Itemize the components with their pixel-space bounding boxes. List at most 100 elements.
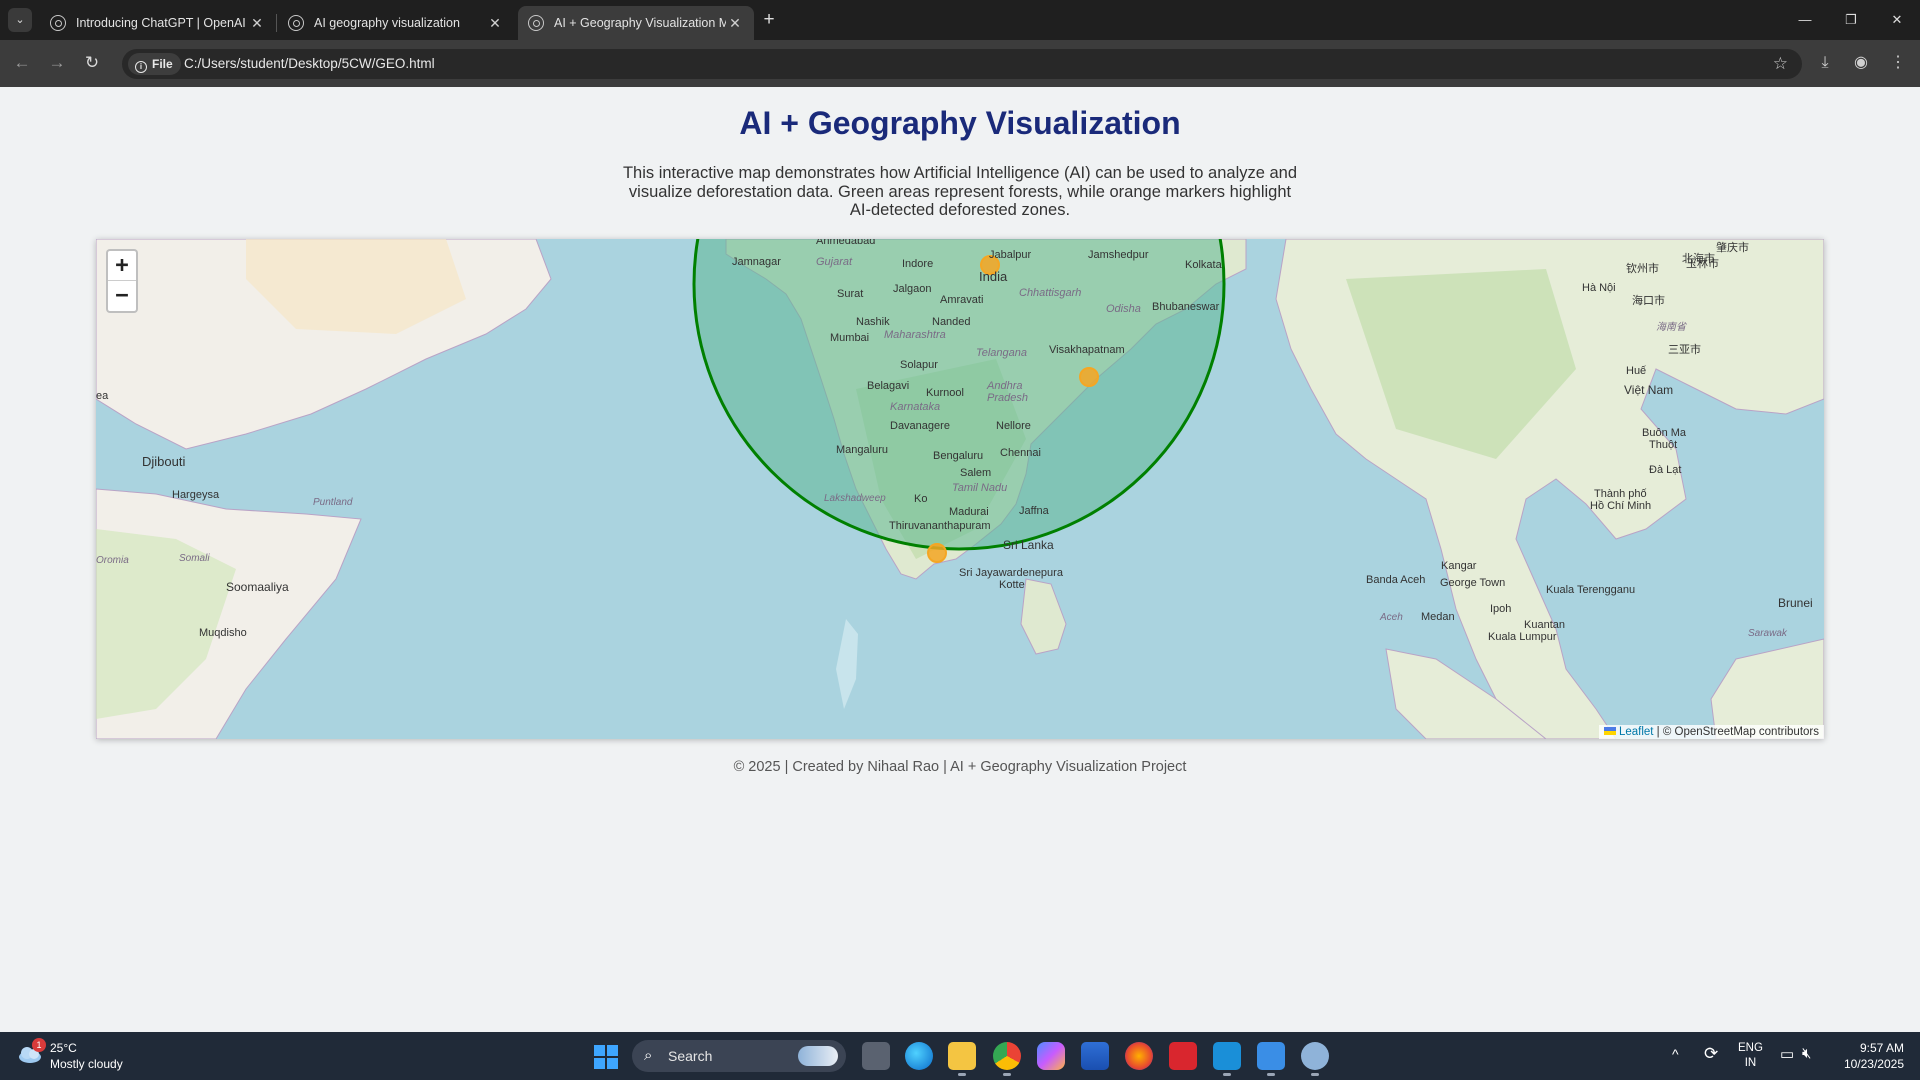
map-place-label: George Town — [1440, 577, 1505, 589]
back-arrow-icon[interactable]: ← — [10, 51, 34, 75]
wps-office-icon[interactable] — [1169, 1042, 1197, 1070]
map-place-label: Belagavi — [867, 380, 909, 392]
map-tiles[interactable]: Ahmedabad Jamnagar Gujarat Indore Jabalp… — [96, 239, 1824, 739]
zoom-control: + − — [106, 249, 138, 313]
browser-toolbar: ← → ↻ i File C:/Users/student/Desktop/5CW… — [0, 40, 1920, 87]
map-place-label: Tamil Nadu — [952, 482, 1007, 494]
volume-muted-icon[interactable]: 🔇︎ — [1802, 1045, 1811, 1062]
map-place-label: Jamnagar — [732, 256, 781, 268]
new-tab-button[interactable]: + — [758, 9, 780, 31]
tab-ai-geography[interactable]: AI geography visualization ✕ — [278, 6, 514, 40]
show-hidden-icons-chevron-icon[interactable]: ^ — [1672, 1046, 1679, 1062]
tab-close-icon[interactable]: ✕ — [726, 15, 744, 32]
system-clock[interactable]: 9:57 AM 10/23/2025 — [1844, 1040, 1904, 1072]
tab-introducing-chatgpt[interactable]: Introducing ChatGPT | OpenAI ✕ — [40, 6, 276, 40]
info-icon: i — [135, 61, 147, 73]
map-place-label: Aceh — [1379, 612, 1403, 623]
map-place-label: Ko — [914, 493, 927, 505]
address-bar[interactable]: i File C:/Users/student/Desktop/5CW/GEO.h… — [122, 49, 1802, 79]
map-place-label: Mangaluru — [836, 444, 888, 456]
tab-separator — [276, 14, 277, 32]
map-place-label: 钦州市 — [1626, 261, 1659, 275]
site-info-chip[interactable]: i File — [128, 53, 181, 75]
task-view-icon[interactable] — [862, 1042, 890, 1070]
notepad-icon[interactable] — [1257, 1042, 1285, 1076]
minimize-icon[interactable]: — — [1790, 8, 1820, 32]
page-body: AI + Geography Visualization This intera… — [0, 87, 1920, 1032]
map-place-label: Hà Nội — [1582, 282, 1616, 294]
store-icon[interactable] — [1081, 1042, 1109, 1070]
page-footer: © 2025 | Created by Nihaal Rao | AI + Ge… — [733, 759, 1187, 775]
ukraine-flag-icon — [1603, 727, 1616, 735]
windows-taskbar: 1 25°C Mostly cloudy ⌕ Search ^ ⟳ ENG IN… — [0, 1032, 1920, 1080]
display-icon[interactable]: ▭ — [1780, 1045, 1794, 1063]
map-place-label: Kuala Lumpur — [1488, 631, 1557, 643]
tab-title: Introducing ChatGPT | OpenAI — [76, 16, 246, 30]
map-place-label: Bhubaneswar — [1152, 301, 1220, 313]
map-place-label: Telangana — [976, 347, 1027, 359]
map-place-label: Mumbai — [830, 332, 869, 344]
sync-icon[interactable]: ⟳ — [1704, 1044, 1718, 1064]
tab-close-icon[interactable]: ✕ — [486, 15, 504, 32]
osm-attribution[interactable]: © OpenStreetMap contributors — [1663, 726, 1819, 738]
weather-condition: Mostly cloudy — [50, 1057, 123, 1071]
virtualbox-icon[interactable] — [1213, 1042, 1241, 1076]
language-indicator[interactable]: ENG IN — [1738, 1041, 1763, 1071]
openai-favicon-icon — [50, 15, 66, 31]
firefox-icon[interactable] — [1125, 1042, 1153, 1070]
reload-icon[interactable]: ↻ — [80, 51, 104, 75]
deforestation-marker[interactable] — [927, 543, 947, 563]
map-place-label: Kurnool — [926, 387, 964, 399]
download-icon[interactable]: ⤓ — [1813, 51, 1837, 75]
map-place-label: Kotte — [999, 579, 1025, 591]
taskbar-search[interactable]: ⌕ Search — [632, 1040, 846, 1072]
deforestation-marker[interactable] — [1079, 367, 1099, 387]
edge-icon[interactable] — [905, 1042, 933, 1070]
bookmark-star-icon[interactable]: ☆ — [1773, 54, 1788, 74]
map-place-label: Medan — [1421, 611, 1455, 623]
zoom-in-button[interactable]: + — [108, 251, 136, 281]
map-place-label: Hargeysa — [172, 489, 220, 501]
leaflet-map[interactable]: Ahmedabad Jamnagar Gujarat Indore Jabalp… — [96, 239, 1824, 739]
profile-icon[interactable]: ◉ — [1849, 51, 1873, 75]
map-place-label: Soomaaliya — [226, 580, 289, 594]
scheme-label: File — [152, 57, 173, 71]
tab-geo-map-active[interactable]: AI + Geography Visualization Map ✕ — [518, 6, 754, 40]
close-window-icon[interactable]: ✕ — [1882, 8, 1912, 32]
file-explorer-icon[interactable] — [948, 1042, 976, 1076]
map-place-label: Djibouti — [142, 454, 185, 469]
zoom-out-button[interactable]: − — [108, 281, 136, 311]
map-place-label: Indore — [902, 258, 933, 270]
tab-search-button[interactable]: ⌄ — [8, 8, 32, 32]
network-app-icon[interactable] — [1301, 1042, 1329, 1076]
globe-favicon-icon — [528, 15, 544, 31]
map-place-label: 三亚市 — [1668, 342, 1701, 356]
clock-date: 10/23/2025 — [1843, 1057, 1904, 1071]
language-line2: IN — [1744, 1057, 1757, 1069]
map-place-label: Muqdisho — [199, 627, 247, 639]
map-place-label: Madurai — [949, 506, 989, 518]
url-text[interactable]: C:/Users/student/Desktop/5CW/GEO.html — [184, 49, 435, 79]
map-place-label: Jabalpur — [989, 249, 1032, 261]
copilot-icon[interactable] — [1037, 1042, 1065, 1070]
leaflet-link[interactable]: Leaflet — [1619, 726, 1654, 738]
attribution-separator: | — [1653, 726, 1663, 738]
windows-start-icon[interactable] — [594, 1045, 618, 1069]
map-place-label: Sri Jayawardenepura — [959, 567, 1064, 579]
map-place-label: Ahmedabad — [816, 239, 875, 247]
map-place-label: Việt Nam — [1624, 383, 1673, 397]
search-icon: ⌕ — [644, 1047, 653, 1064]
map-place-label: Nashik — [856, 316, 890, 328]
restore-icon[interactable]: ❐ — [1836, 8, 1866, 32]
language-line1: ENG — [1738, 1042, 1763, 1054]
menu-kebab-icon[interactable]: ⋮ — [1886, 51, 1910, 75]
weather-temp: 25°C — [50, 1041, 77, 1055]
forward-arrow-icon[interactable]: → — [45, 51, 69, 75]
search-label: Search — [668, 1048, 713, 1064]
tab-close-icon[interactable]: ✕ — [248, 15, 266, 32]
map-place-label: ea — [96, 390, 109, 402]
map-place-label: Hồ Chí Minh — [1590, 500, 1651, 512]
chrome-icon[interactable] — [993, 1042, 1021, 1076]
map-place-label: Surat — [837, 288, 863, 300]
map-place-label: Salem — [960, 467, 991, 479]
